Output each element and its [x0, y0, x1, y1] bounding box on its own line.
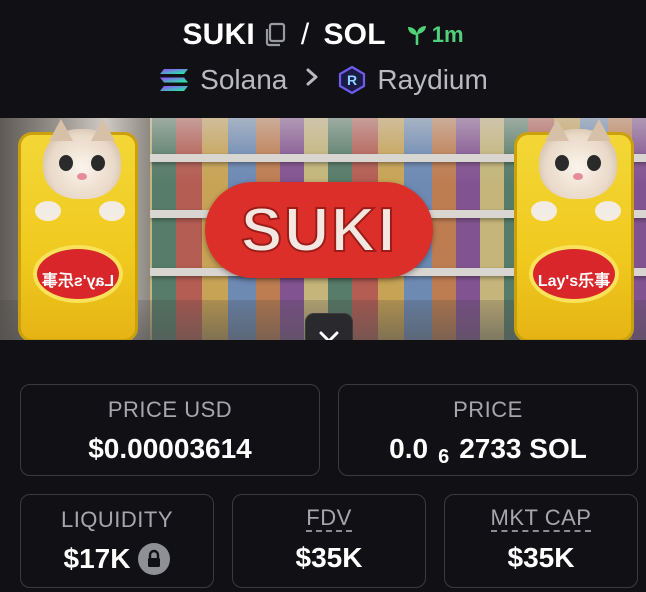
cat-paw — [99, 201, 125, 221]
liquidity-value-row: $17K — [64, 543, 171, 575]
pair-age: 1m — [431, 22, 464, 47]
mkt-cap-value: $35K — [507, 542, 575, 573]
cat-ear — [545, 119, 569, 141]
price-zero-count: 6 — [438, 445, 450, 468]
price-usd-value: $0.00003614 — [88, 433, 252, 464]
liquidity-value: $17K — [63, 543, 131, 574]
chip-bag-right: Lay's乐事 — [514, 119, 634, 340]
suki-logo-text: SUKI — [240, 195, 398, 266]
cat-ear — [587, 119, 611, 141]
raydium-icon: R — [339, 65, 366, 95]
chain-name: Solana — [200, 64, 288, 95]
cat-nose — [77, 173, 87, 180]
price-usd-label: PRICE USD — [107, 397, 233, 422]
price-prefix: 0.0 — [389, 433, 429, 464]
base-symbol: SUKI — [182, 18, 255, 51]
chevron-right-icon — [305, 66, 319, 94]
suki-logo: SUKI — [205, 182, 433, 278]
liquidity-card: LIQUIDITY $17K — [20, 494, 214, 588]
pair-stats: PRICE USD $0.00003614 PRICE 0.0 6 2733 SOL… — [0, 340, 646, 592]
chip-bag-left: Lay's乐事 — [18, 119, 138, 340]
cat-paw — [531, 201, 557, 221]
cat-eye — [91, 155, 105, 171]
dex-name: Raydium — [377, 64, 488, 95]
bag-logo-text: Lay's乐事 — [537, 273, 611, 290]
lock-icon[interactable] — [138, 543, 171, 575]
pair-header: SUKI / SOL 1m Solana R Raydium — [0, 0, 646, 118]
fdv-label[interactable]: FDV — [306, 507, 352, 532]
price-suffix: 2733 SOL — [459, 433, 587, 464]
price-native-value: 0.0 6 2733 SOL — [389, 433, 587, 468]
cat-paw — [35, 201, 61, 221]
mkt-cap-card: MKT CAP $35K — [444, 494, 638, 588]
cat-ear — [91, 119, 115, 141]
bag-logo-text: Lay's乐事 — [41, 273, 115, 290]
price-native-label: PRICE — [453, 397, 523, 422]
cat-ear — [49, 119, 73, 141]
solana-icon — [160, 69, 189, 91]
cat-face-left — [43, 119, 121, 199]
liquidity-label: LIQUIDITY — [60, 507, 174, 532]
pair-age-badge: 1m — [406, 22, 464, 48]
bag-logo-left: Lay's乐事 — [33, 245, 123, 303]
cat-face-right — [539, 119, 617, 199]
fdv-value: $35K — [295, 542, 363, 573]
sprout-icon — [407, 26, 426, 45]
token-banner-image: Lay's乐事 Lay's乐事 SUKI — [0, 118, 646, 340]
cat-eye — [555, 155, 569, 171]
copy-icon[interactable] — [263, 22, 287, 48]
price-native-card: PRICE 0.0 6 2733 SOL — [338, 384, 638, 476]
mkt-cap-label[interactable]: MKT CAP — [490, 507, 592, 532]
cat-eye — [59, 155, 73, 171]
pair-title: SUKI / SOL 1m — [0, 14, 646, 56]
svg-text:R: R — [347, 72, 357, 88]
cat-paw — [595, 201, 621, 221]
dex-link-raydium[interactable]: R Raydium — [337, 64, 488, 96]
pair-separator: / — [300, 18, 310, 51]
fdv-card: FDV $35K — [232, 494, 426, 588]
bag-logo-right: Lay's乐事 — [529, 245, 619, 303]
breadcrumb: Solana R Raydium — [0, 60, 646, 100]
cat-eye — [587, 155, 601, 171]
cat-nose — [573, 173, 583, 180]
price-usd-card: PRICE USD $0.00003614 — [20, 384, 320, 476]
chain-link-solana[interactable]: Solana — [158, 64, 287, 96]
quote-symbol: SOL — [323, 18, 386, 51]
